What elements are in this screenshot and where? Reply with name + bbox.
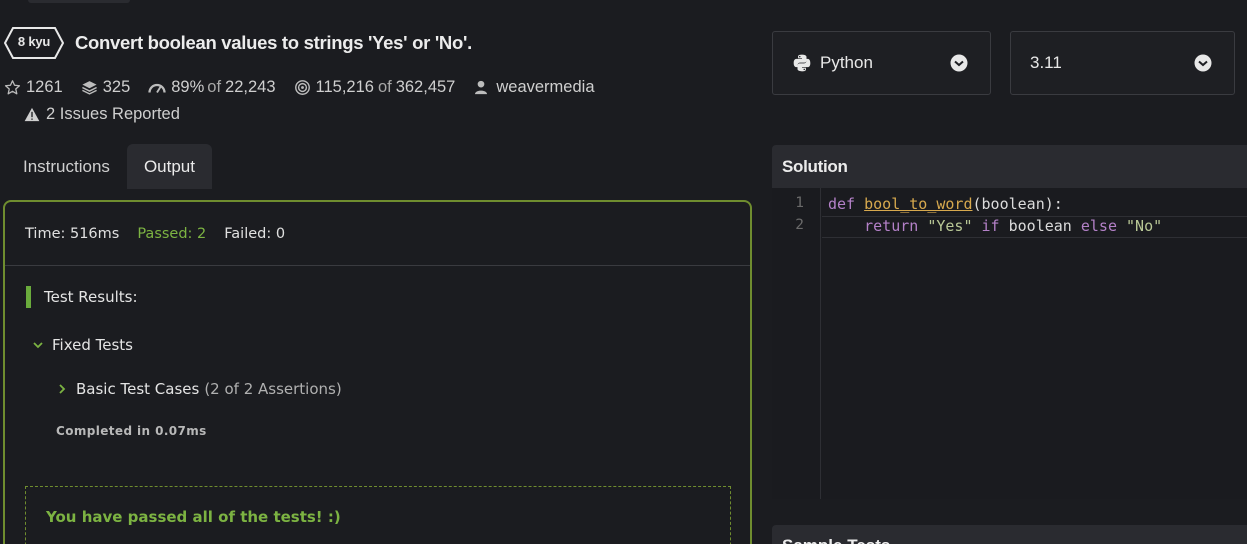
votes-total: 22,243 xyxy=(225,78,276,96)
code-line-2: return "Yes" if boolean else "No" xyxy=(828,217,1162,235)
warning-icon xyxy=(24,107,40,122)
fixed-tests-group[interactable]: Fixed Tests xyxy=(32,336,133,354)
author-name: weavermedia xyxy=(496,78,595,96)
basic-test-cases-label: Basic Test Cases xyxy=(76,380,200,398)
code-keyword: def xyxy=(828,195,856,213)
attempts-total: 362,457 xyxy=(395,78,456,96)
stars-stat[interactable]: 1261 xyxy=(4,78,63,97)
results-heading-label: Test Results: xyxy=(44,288,138,306)
sample-tests-title: Sample Tests xyxy=(782,536,890,544)
test-results-heading: Test Results: xyxy=(26,286,138,308)
fixed-tests-label: Fixed Tests xyxy=(52,336,133,354)
version-select[interactable]: 3.11 xyxy=(1010,31,1235,95)
issues-link[interactable]: 2 Issues Reported xyxy=(24,105,180,124)
line-number: 1 xyxy=(795,195,804,211)
completed-time: Completed in 0.07ms xyxy=(56,424,207,438)
code-string: "Yes" xyxy=(927,217,973,235)
code-text: boolean xyxy=(1008,217,1072,235)
stars-count: 1261 xyxy=(26,78,63,96)
chevron-down-circle-icon xyxy=(1194,54,1212,72)
code-keyword: return xyxy=(864,217,919,235)
completed-count: 115,216 xyxy=(315,78,374,96)
output-panel: Time: 516ms Passed: 2 Failed: 0 Test Res… xyxy=(3,200,752,544)
python-icon xyxy=(793,54,811,72)
kata-header: 8 kyu Convert boolean values to strings … xyxy=(4,27,472,59)
satisfaction-stat: 89% of 22,243 xyxy=(148,78,276,97)
rank-label: 8 kyu xyxy=(17,34,51,49)
rank-badge: 8 kyu xyxy=(4,27,64,59)
code-function-name: bool_to_word xyxy=(864,195,973,213)
completed-stat: 115,216 of 362,457 xyxy=(294,78,456,97)
basic-test-cases-group[interactable]: Basic Test Cases (2 of 2 Assertions) xyxy=(57,380,342,398)
code-keyword: else xyxy=(1080,217,1117,235)
user-icon xyxy=(475,80,488,95)
layers-icon xyxy=(81,81,97,95)
code-string: "No" xyxy=(1126,217,1163,235)
passed-message: You have passed all of the tests! :) xyxy=(46,508,341,526)
target-icon xyxy=(294,80,310,95)
collections-stat[interactable]: 325 xyxy=(81,78,131,97)
version-value: 3.11 xyxy=(1030,53,1062,72)
tab-instructions[interactable]: Instructions xyxy=(6,144,127,189)
chevron-down-circle-icon xyxy=(950,54,968,72)
results-bar xyxy=(26,286,31,308)
line-number: 2 xyxy=(795,217,804,233)
star-icon xyxy=(4,80,21,95)
issues-label: 2 Issues Reported xyxy=(46,105,180,123)
time-label: Time: 516ms xyxy=(25,225,120,242)
code-editor[interactable]: 1 2 def bool_to_word(boolean): return "Y… xyxy=(772,188,1247,499)
completed-of: of xyxy=(377,78,392,96)
chevron-down-icon xyxy=(33,342,43,349)
satisfaction-of: of xyxy=(207,78,222,96)
kata-stats: 1261 325 89% of 22,243 115,216 of 362,45… xyxy=(4,78,613,97)
top-tab-stub xyxy=(28,0,130,3)
solution-header: Solution xyxy=(772,145,1247,188)
author-stat[interactable]: weavermedia xyxy=(473,78,595,97)
kata-title: Convert boolean values to strings 'Yes' … xyxy=(75,32,472,53)
output-summary: Time: 516ms Passed: 2 Failed: 0 xyxy=(5,202,750,266)
code-line-1: def bool_to_word(boolean): xyxy=(828,195,1063,213)
passed-message-box: You have passed all of the tests! :) xyxy=(25,486,731,544)
collections-count: 325 xyxy=(102,78,131,96)
tab-output[interactable]: Output xyxy=(126,144,212,189)
chevron-right-icon xyxy=(59,384,66,394)
satisfaction-gauge-icon xyxy=(148,83,166,93)
assertions-count: (2 of 2 Assertions) xyxy=(204,380,342,398)
code-text: (boolean): xyxy=(972,195,1063,213)
sample-tests-header: Sample Tests xyxy=(772,525,1247,544)
code-keyword: if xyxy=(981,217,1000,235)
passed-label: Passed: 2 xyxy=(137,225,207,242)
satisfaction-percent: 89% xyxy=(171,78,205,96)
kata-tabs: Instructions Output xyxy=(6,144,212,189)
language-select[interactable]: Python xyxy=(772,31,991,95)
line-gutter: 1 2 xyxy=(772,188,821,499)
failed-label: Failed: 0 xyxy=(224,225,286,242)
language-value: Python xyxy=(820,53,873,72)
solution-title: Solution xyxy=(782,157,848,176)
